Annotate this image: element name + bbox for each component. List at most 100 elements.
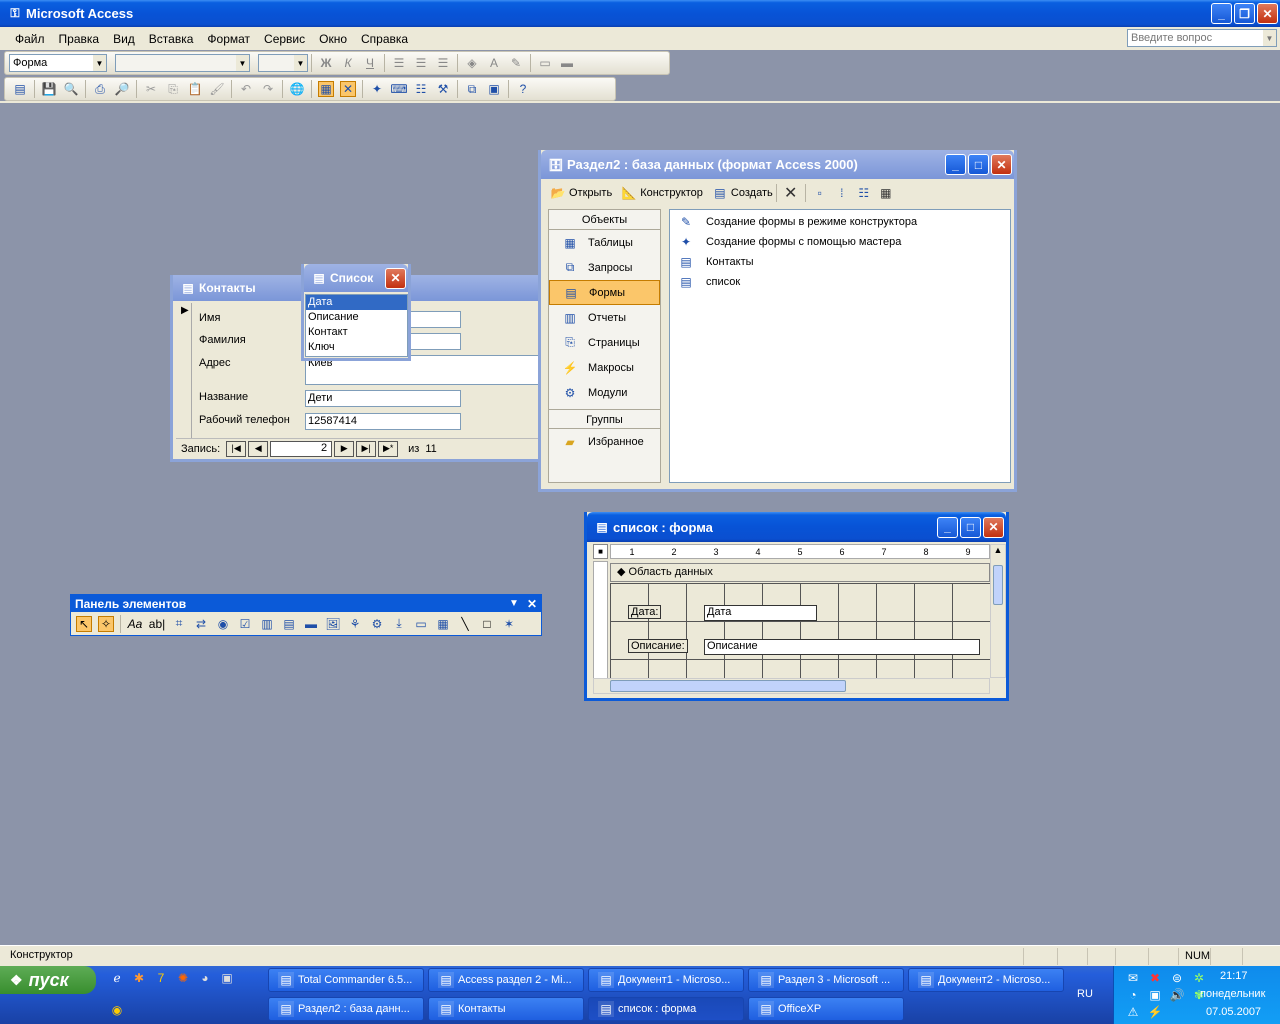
ie-icon[interactable]: ℯ (109, 970, 125, 986)
option-button-icon[interactable]: ◉ (215, 616, 231, 632)
toolbox-close-icon[interactable]: ✕ (527, 597, 537, 611)
design-titlebar[interactable]: ▤ список : форма _ □ ✕ (587, 512, 1006, 542)
page-break-icon[interactable]: ⤓ (391, 616, 407, 632)
toolbox-panel[interactable]: Панель элементов ▼ ✕ ↖ ✧ Aa ab| ⌗ ⇄ ◉ ☑ … (70, 594, 542, 636)
list-item[interactable]: Контакт (306, 325, 407, 340)
objects-header[interactable]: Объекты (549, 210, 660, 230)
textbox-tool-icon[interactable]: ab| (149, 616, 165, 632)
last-record-button[interactable]: ▶| (356, 440, 377, 457)
app-titlebar[interactable]: ⚿ Microsoft Access _ ❐ ✕ (0, 0, 1280, 27)
tray-icon-5[interactable]: ◔ (1125, 987, 1141, 1003)
font-color-icon[interactable]: A (486, 55, 502, 71)
design-close-button[interactable]: ✕ (983, 516, 1004, 538)
tray-icon-1[interactable]: ✉ (1125, 970, 1141, 986)
bold-icon[interactable]: Ж (318, 55, 334, 71)
database-window-icon[interactable]: ⧉ (464, 81, 480, 97)
paste-icon[interactable]: 📋 (187, 81, 203, 97)
line-color-icon[interactable]: ✎ (508, 55, 524, 71)
toolbox-icon[interactable]: ✕ (340, 81, 356, 97)
list-item[interactable]: ▤ список (670, 272, 1010, 292)
database-titlebar[interactable]: 🗄 Раздел2 : база данных (формат Access 2… (541, 150, 1014, 179)
next-record-button[interactable]: ▶ (334, 440, 355, 457)
menu-edit[interactable]: Правка (52, 32, 107, 46)
unbound-object-icon[interactable]: ⚘ (347, 616, 363, 632)
tray-icon-8[interactable]: ⚠ (1125, 1004, 1141, 1020)
list-popup-window[interactable]: ▤ Список ✕ Дата Описание Контакт Ключ (301, 264, 411, 361)
db-maximize-button[interactable]: □ (968, 154, 989, 175)
format-painter-icon[interactable]: 🖌 (209, 81, 225, 97)
taskbar-button[interactable]: ▤ Раздел 3 - Microsoft ... (748, 968, 904, 992)
objects-item-3[interactable]: ▥ Отчеты (549, 305, 660, 330)
font-size-select[interactable]: ▼ (258, 54, 308, 72)
list-item[interactable]: ✎ Создание формы в режиме конструктора (670, 212, 1010, 232)
record-number-input[interactable]: 2 (270, 440, 333, 457)
vertical-scrollbar[interactable]: ▲ (990, 544, 1006, 678)
menu-file[interactable]: Файл (8, 32, 52, 46)
line-tool-icon[interactable]: ╲ (457, 616, 473, 632)
tray-icon-6[interactable]: ▣ (1147, 987, 1163, 1003)
autoformat-icon[interactable]: ✦ (369, 81, 385, 97)
network-icon[interactable]: ◕ (197, 970, 213, 986)
help-icon[interactable]: ? (515, 81, 531, 97)
taskbar-button[interactable]: ▤ Документ1 - Microso... (588, 968, 744, 992)
db-close-button[interactable]: ✕ (991, 154, 1012, 175)
details-view-icon[interactable]: ▦ (878, 185, 894, 201)
list-item[interactable]: Описание (306, 310, 407, 325)
menu-view[interactable]: Вид (106, 32, 142, 46)
large-icons-icon[interactable]: ▫ (812, 185, 828, 201)
language-indicator[interactable]: RU (1077, 988, 1093, 1000)
start-button[interactable]: ❖ пуск (0, 966, 96, 994)
small-icons-icon[interactable]: ⁞ (834, 185, 850, 201)
view-icon[interactable]: ▤ (12, 81, 28, 97)
date-label-control[interactable]: Дата: (628, 605, 662, 619)
align-left-icon[interactable]: ☰ (391, 55, 407, 71)
detail-section-header[interactable]: ◆ Область данных (610, 563, 990, 582)
copy-icon[interactable]: ⎘ (165, 81, 181, 97)
builder-icon[interactable]: ⚒ (435, 81, 451, 97)
border-width-icon[interactable]: ▭ (537, 55, 553, 71)
field-work-phone[interactable]: 12587414 (305, 413, 461, 430)
design-grid[interactable]: Дата: Дата Описание: Описание (610, 583, 990, 678)
restore-button[interactable]: ❐ (1234, 3, 1255, 24)
list-item[interactable]: ▤ Контакты (670, 252, 1010, 272)
hyperlink-icon[interactable]: 🌐 (289, 81, 305, 97)
close-button[interactable]: ✕ (1257, 3, 1278, 24)
taskbar-button[interactable]: ▤ Total Commander 6.5... (268, 968, 424, 992)
open-button[interactable]: Открыть (569, 187, 612, 199)
objects-item-5[interactable]: ⚡ Макросы (549, 355, 660, 380)
tray-icon-3[interactable]: ⊜ (1169, 970, 1185, 986)
clock-time[interactable]: 21:17 (1220, 970, 1248, 982)
new-record-button[interactable]: ▶* (378, 440, 399, 457)
align-right-icon[interactable]: ☰ (435, 55, 451, 71)
code-icon[interactable]: ⌨ (390, 81, 407, 97)
taskbar-button[interactable]: ▤ Контакты (428, 997, 584, 1021)
objects-item-1[interactable]: ⧉ Запросы (549, 255, 660, 280)
print-preview-icon[interactable]: 🔎 (114, 81, 130, 97)
list-close-button[interactable]: ✕ (385, 267, 406, 289)
delete-icon[interactable]: ✕ (783, 185, 799, 202)
new-object-icon[interactable]: ▣ (486, 81, 502, 97)
objects-item-4[interactable]: ⎘ Страницы (549, 330, 660, 355)
archive-icon[interactable]: 7 (153, 970, 169, 986)
list-box-icon[interactable]: ▤ (281, 616, 297, 632)
media-icon[interactable]: ◉ (109, 1002, 125, 1018)
tool-icon[interactable]: ✱ (131, 970, 147, 986)
rectangle-tool-icon[interactable]: □ (479, 616, 495, 632)
properties-icon[interactable]: ☷ (413, 81, 429, 97)
menu-insert[interactable]: Вставка (142, 32, 201, 46)
fill-color-icon[interactable]: ◈ (464, 55, 480, 71)
select-objects-icon[interactable]: ↖ (76, 615, 92, 632)
combo-box-icon[interactable]: ▥ (259, 616, 275, 632)
tab-control-icon[interactable]: ▭ (413, 616, 429, 632)
menu-help[interactable]: Справка (354, 32, 415, 46)
database-window[interactable]: 🗄 Раздел2 : база данных (формат Access 2… (538, 150, 1017, 492)
help-question-input[interactable]: Введите вопрос ▼ (1127, 29, 1277, 47)
toolbox-titlebar[interactable]: Панель элементов ▼ ✕ (71, 595, 541, 612)
menu-format[interactable]: Формат (200, 32, 257, 46)
print-icon[interactable]: ⎙ (92, 81, 108, 97)
taskbar-button[interactable]: ▤ Раздел2 : база данн... (268, 997, 424, 1021)
db-minimize-button[interactable]: _ (945, 154, 966, 175)
toggle-button-icon[interactable]: ⇄ (193, 616, 209, 632)
bound-object-icon[interactable]: ⚙ (369, 616, 385, 632)
form-selector[interactable]: ■ (593, 544, 608, 559)
